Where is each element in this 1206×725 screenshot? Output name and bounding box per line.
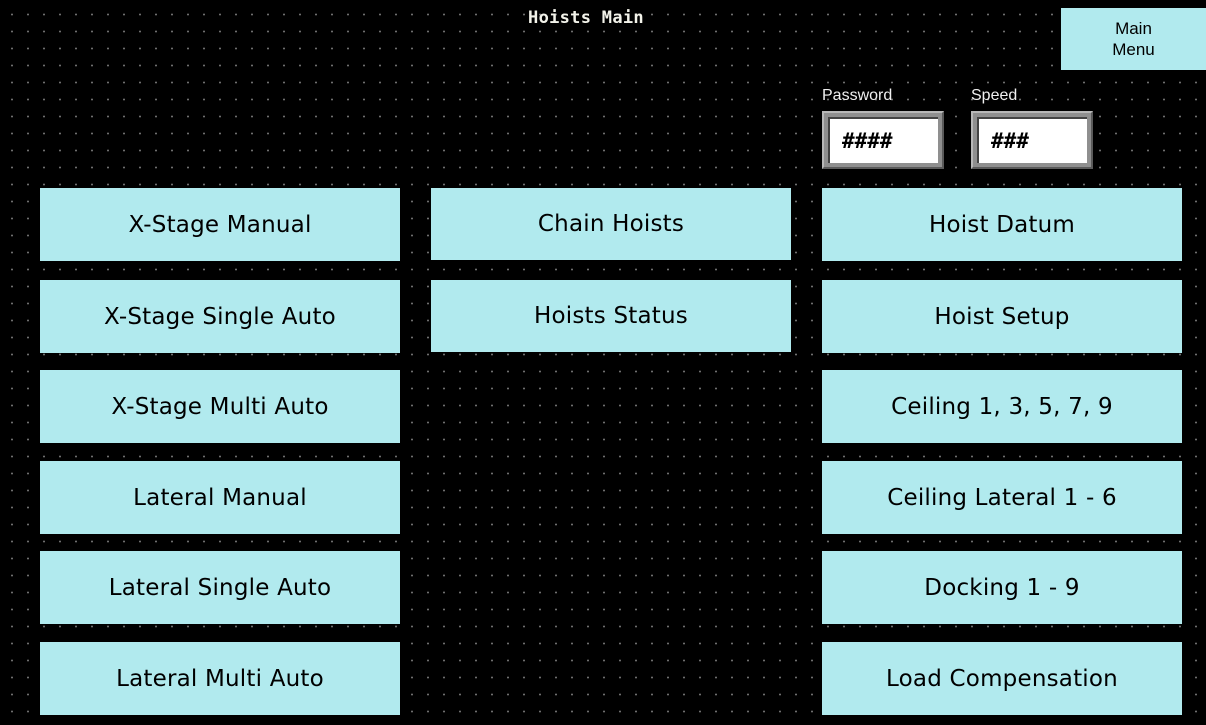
page-title: Hoists Main	[528, 8, 644, 28]
chain-hoists-button[interactable]: Chain Hoists	[431, 188, 791, 260]
hoist-datum-button[interactable]: Hoist Datum	[822, 188, 1182, 261]
x-stage-single-auto-button[interactable]: X-Stage Single Auto	[40, 280, 400, 353]
lateral-multi-auto-button[interactable]: Lateral Multi Auto	[40, 642, 400, 715]
hoists-main-screen: Hoists Main Main Menu Password #### Spee…	[0, 0, 1206, 725]
main-menu-button[interactable]: Main Menu	[1061, 8, 1206, 70]
password-value: ####	[828, 117, 938, 163]
x-stage-multi-auto-button[interactable]: X-Stage Multi Auto	[40, 370, 400, 443]
docking-button[interactable]: Docking 1 - 9	[822, 551, 1182, 624]
speed-value: ###	[977, 117, 1087, 163]
ceiling-odd-button[interactable]: Ceiling 1, 3, 5, 7, 9	[822, 370, 1182, 443]
password-field[interactable]: ####	[822, 111, 944, 169]
ceiling-lateral-button[interactable]: Ceiling Lateral 1 - 6	[822, 461, 1182, 534]
password-label: Password	[822, 87, 893, 104]
speed-field[interactable]: ###	[971, 111, 1093, 169]
hoist-setup-button[interactable]: Hoist Setup	[822, 280, 1182, 353]
speed-label: Speed	[971, 87, 1018, 104]
lateral-manual-button[interactable]: Lateral Manual	[40, 461, 400, 534]
load-compensation-button[interactable]: Load Compensation	[822, 642, 1182, 715]
x-stage-manual-button[interactable]: X-Stage Manual	[40, 188, 400, 261]
hoists-status-button[interactable]: Hoists Status	[431, 280, 791, 352]
lateral-single-auto-button[interactable]: Lateral Single Auto	[40, 551, 400, 624]
